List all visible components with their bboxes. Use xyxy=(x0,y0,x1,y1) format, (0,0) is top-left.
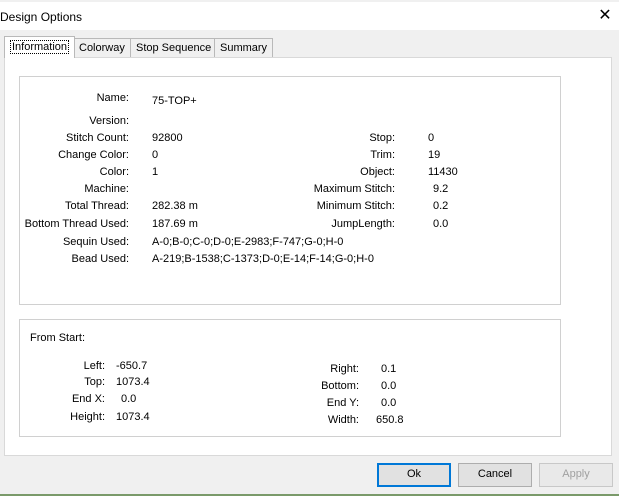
name-label: Name: xyxy=(96,92,129,104)
tab-information[interactable]: Information xyxy=(4,36,76,58)
left-label: Left: xyxy=(83,360,105,372)
name-value: 75-TOP+ xyxy=(152,95,197,107)
end-x-value: 0.0 xyxy=(121,393,137,405)
top-value: 1073.4 xyxy=(116,376,150,388)
height-label: Height: xyxy=(70,411,105,423)
trim-value: 19 xyxy=(428,149,441,161)
tab-summary[interactable]: Summary xyxy=(214,38,274,57)
color-value: 1 xyxy=(152,166,159,178)
ok-button[interactable]: Ok xyxy=(377,463,451,487)
title-bar: Design Options ✕ xyxy=(0,2,619,30)
design-options-dialog: Design Options ✕ Information Colorway St… xyxy=(0,0,619,494)
stitch-count-value: 92800 xyxy=(152,132,183,144)
close-icon[interactable]: ✕ xyxy=(594,5,616,27)
from-start-group: From Start: Left: -650.7 Top: 1073.4 End… xyxy=(19,319,561,437)
sequin-value: A-0;B-0;C-0;D-0;E-2983;F-747;G-0;H-0 xyxy=(152,236,344,248)
information-panel: Name: 75-TOP+ Version: Stitch Count: 928… xyxy=(4,57,612,456)
end-y-label: End Y: xyxy=(326,397,359,409)
min-stitch-label: Minimum Stitch: xyxy=(316,200,395,212)
apply-button[interactable]: Apply xyxy=(539,463,613,487)
max-stitch-value: 9.2 xyxy=(433,183,449,195)
total-thread-value: 282.38 m xyxy=(152,200,198,212)
end-x-label: End X: xyxy=(71,393,105,405)
trim-label: Trim: xyxy=(370,149,395,161)
jump-length-label: JumpLength: xyxy=(331,218,395,230)
change-color-label: Change Color: xyxy=(58,149,129,161)
version-label: Version: xyxy=(89,115,129,127)
stop-value: 0 xyxy=(428,132,435,144)
right-label: Right: xyxy=(330,363,359,375)
bottom-thread-label: Bottom Thread Used: xyxy=(24,218,129,230)
bottom-value: 0.0 xyxy=(381,380,397,392)
bead-value: A-219;B-1538;C-1373;D-0;E-14;F-14;G-0;H-… xyxy=(152,253,374,265)
stitch-count-label: Stitch Count: xyxy=(66,132,129,144)
change-color-value: 0 xyxy=(152,149,159,161)
bead-label: Bead Used: xyxy=(71,253,129,265)
bottom-thread-value: 187.69 m xyxy=(152,218,198,230)
window-title: Design Options xyxy=(0,10,83,24)
right-value: 0.1 xyxy=(381,363,397,375)
width-value: 650.8 xyxy=(376,414,404,426)
tab-colorway[interactable]: Colorway xyxy=(73,38,131,57)
object-value: 11430 xyxy=(428,166,458,178)
left-value: -650.7 xyxy=(116,360,148,372)
from-start-heading: From Start: xyxy=(30,332,86,344)
top-label: Top: xyxy=(84,376,105,388)
sequin-label: Sequin Used: xyxy=(62,236,129,248)
design-info-group: Name: 75-TOP+ Version: Stitch Count: 928… xyxy=(19,76,561,305)
jump-length-value: 0.0 xyxy=(433,218,449,230)
end-y-value: 0.0 xyxy=(381,397,397,409)
min-stitch-value: 0.2 xyxy=(433,200,449,212)
max-stitch-label: Maximum Stitch: xyxy=(313,183,395,195)
machine-label: Machine: xyxy=(84,183,129,195)
bottom-label: Bottom: xyxy=(321,380,359,392)
total-thread-label: Total Thread: xyxy=(64,200,129,212)
stop-label: Stop: xyxy=(369,132,395,144)
tab-stop-sequence[interactable]: Stop Sequence xyxy=(130,38,218,57)
height-value: 1073.4 xyxy=(116,411,150,423)
width-label: Width: xyxy=(327,414,359,426)
cancel-button[interactable]: Cancel xyxy=(458,463,532,487)
object-label: Object: xyxy=(360,166,395,178)
color-label: Color: xyxy=(99,166,129,178)
